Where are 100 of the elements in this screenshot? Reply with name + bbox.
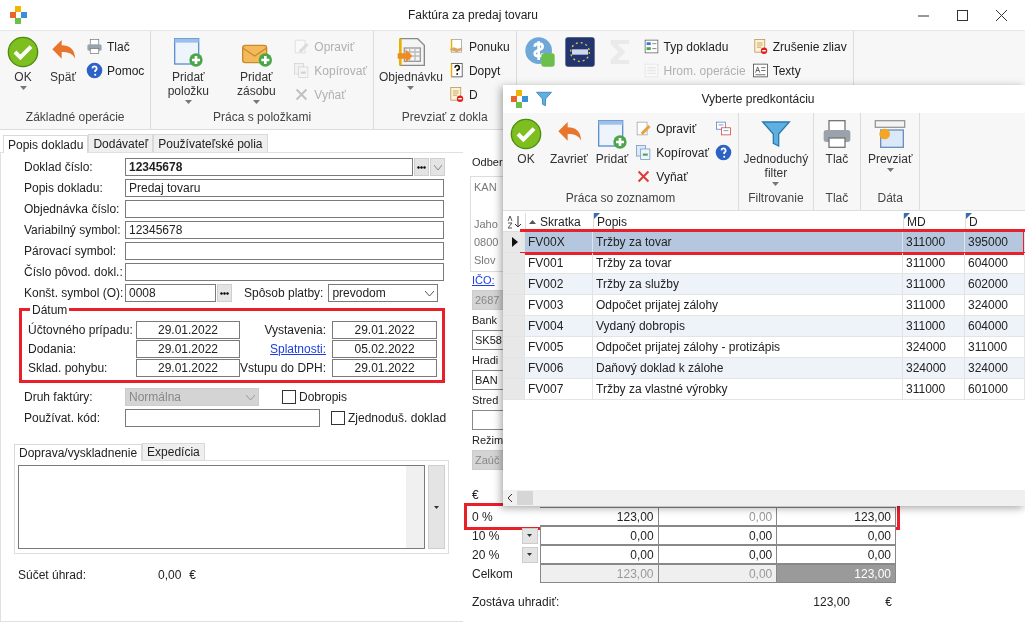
address-text: Jaho (474, 217, 499, 232)
scroll-left-icon[interactable] (507, 493, 513, 503)
date-field[interactable]: 29.01.2022 (332, 359, 438, 377)
browse-button[interactable] (217, 284, 232, 302)
ribbon-button[interactable]: Dopyt (445, 60, 503, 81)
check-icon (510, 118, 542, 150)
edit-icon (293, 38, 311, 55)
input-field[interactable] (125, 263, 444, 281)
ribbon-button[interactable]: OK (4, 36, 42, 90)
input-field[interactable]: 12345678 (125, 221, 444, 239)
ribbon-button[interactable]: Pridať zásobu (223, 36, 290, 104)
filter-icon (759, 118, 792, 150)
table-cell: 311000 (903, 295, 965, 315)
tab[interactable]: Popis dokladu (3, 135, 89, 153)
tab[interactable]: Používateľské polia (153, 134, 268, 152)
link[interactable]: IČO: (472, 274, 495, 286)
sort-icon[interactable] (506, 215, 522, 229)
ribbon-button[interactable]: Objednávku (377, 36, 444, 90)
group-label: Tlač (824, 191, 850, 207)
ribbon-button[interactable]: Späť (44, 36, 82, 84)
field-label: Sklad. pohybu: (28, 361, 109, 375)
scroll-thumb[interactable] (517, 491, 533, 505)
copy-icon (293, 62, 311, 79)
tab[interactable]: Expedícia (142, 443, 205, 460)
caret-icon (19, 86, 27, 90)
ribbon-button[interactable]: Zrušenie zliav (749, 36, 849, 57)
add-document-icon (172, 36, 205, 68)
browse-button[interactable] (414, 158, 429, 176)
ribbon-button[interactable]: Pridať položku (155, 36, 222, 104)
tab[interactable]: Dodávateľ (88, 134, 154, 152)
amount-cell: 123,00 (777, 564, 896, 583)
ribbon-button[interactable]: Kopírovať (633, 142, 711, 163)
dropdown-button[interactable] (521, 546, 538, 563)
currency-label: € (189, 568, 197, 582)
field-label: Popis dokladu: (24, 181, 104, 195)
remaining-value: 123,00 (812, 595, 850, 609)
maximize-icon[interactable] (957, 9, 968, 21)
checkbox[interactable]: Zjednoduš. doklad (331, 411, 447, 425)
caret-icon (434, 505, 439, 509)
ribbon-button[interactable]: Prevziať (864, 118, 916, 172)
ribbon-button[interactable]: Zavrieť (547, 118, 591, 166)
column-header[interactable]: Popis (593, 213, 903, 231)
amount-cell: 123,00 (539, 507, 659, 526)
ribbon-button[interactable]: Opraviť (633, 118, 699, 139)
check-icon (7, 36, 39, 68)
input-field[interactable] (125, 200, 444, 218)
add-document-icon (596, 118, 629, 150)
table-cell: Tržby za vlastné výrobky (593, 379, 903, 399)
ribbon-button[interactable]: Tlač (817, 118, 856, 166)
ribbon-button[interactable]: Pomoc (84, 60, 147, 81)
column-header[interactable]: D (965, 213, 1025, 231)
date-field[interactable]: 29.01.2022 (136, 321, 240, 339)
tab[interactable]: Doprava/vyskladnenie (14, 444, 143, 461)
ribbon-button[interactable]: Pridať (592, 118, 632, 166)
column-header[interactable]: Skratka (525, 213, 593, 231)
ribbon-button[interactable]: Texty (749, 60, 803, 81)
ribbon-button[interactable]: D (445, 84, 480, 105)
close-icon[interactable] (996, 9, 1007, 21)
section-label: Odber (472, 156, 503, 170)
ribbon-button[interactable]: Tlač (84, 36, 132, 57)
help-icon (86, 62, 103, 79)
ribbon-button[interactable]: Typ dokladu (640, 36, 731, 57)
table-cell: 311000 (903, 274, 965, 294)
table-cell: FV004 (525, 316, 593, 336)
copy-icon (635, 144, 653, 161)
vertical-scrollbar[interactable] (406, 466, 424, 548)
row-pointer-icon (512, 237, 518, 247)
date-field[interactable]: 29.01.2022 (332, 321, 438, 339)
date-field[interactable]: 05.02.2022 (332, 340, 438, 358)
address-text: KAN (474, 180, 498, 195)
caret-icon (184, 100, 192, 104)
group-label: Filtrovanie (747, 191, 805, 207)
date-field[interactable]: 29.01.2022 (136, 340, 240, 358)
input-field[interactable] (125, 242, 444, 260)
checkbox[interactable]: Dobropis (282, 390, 348, 404)
field-label: Druh faktúry: (24, 390, 94, 404)
table-cell: FV00X (525, 232, 593, 252)
input-field[interactable] (125, 409, 320, 427)
horizontal-scrollbar[interactable] (503, 490, 1025, 506)
input-field[interactable]: 0008 (125, 284, 216, 302)
caret-icon (252, 100, 260, 104)
ribbon-button[interactable]: Ponuku (445, 36, 512, 57)
amount-cell: 123,00 (777, 507, 896, 526)
document-icon (751, 38, 769, 55)
link[interactable]: Splatnosti: (270, 342, 327, 356)
ribbon-button[interactable]: Jednoduchý filter (742, 118, 809, 186)
field-label: Číslo pôvod. dokl.: (24, 265, 124, 279)
rate-label: Celkom (472, 566, 514, 581)
ellipsis-icon (417, 165, 426, 169)
dropdown-field[interactable]: prevodom (328, 284, 439, 302)
text-area[interactable] (18, 465, 425, 549)
table-cell: FV005 (525, 337, 593, 357)
ribbon-button[interactable]: Vyňať (633, 166, 690, 187)
column-header[interactable]: MD (903, 213, 965, 231)
ribbon-button[interactable]: OK (507, 118, 545, 166)
input-field[interactable]: 12345678 (125, 158, 413, 176)
date-field[interactable]: 29.01.2022 (136, 359, 240, 377)
input-field[interactable]: Predaj tovaru (125, 179, 444, 197)
document-icon (642, 38, 660, 55)
field-label: Spôsob platby: (244, 286, 324, 300)
